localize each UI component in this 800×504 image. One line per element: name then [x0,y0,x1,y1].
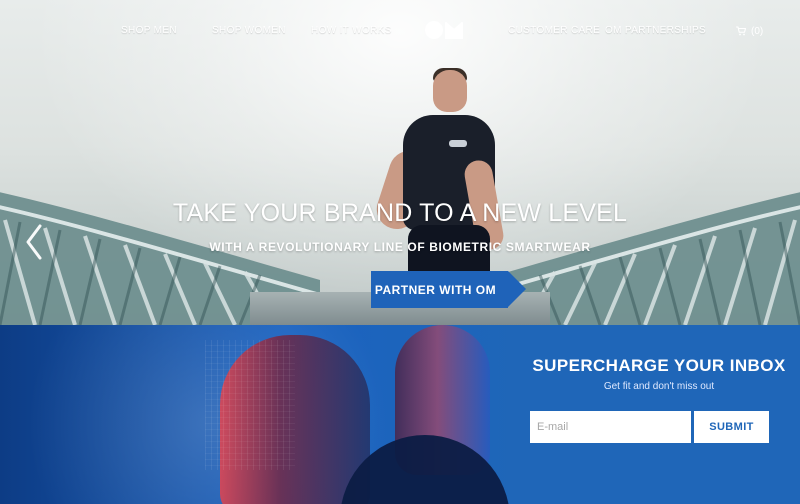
newsletter-title: SUPERCHARGE YOUR INBOX [532,356,786,375]
glitch-overlay [205,340,295,470]
nav-om-partnerships[interactable]: OM PARTNERSHIPS [605,25,706,36]
email-input[interactable] [530,411,691,443]
submit-button[interactable]: SUBMIT [694,411,769,443]
om-logo-mark [425,21,463,39]
newsletter-section: SUPERCHARGE YOUR INBOX Get fit and don't… [0,325,800,504]
runner-head [433,70,467,112]
newsletter-subtitle: Get fit and don't miss out [603,381,715,392]
nav-customer-care[interactable]: CUSTOMER CARE [508,25,600,36]
models-image [150,325,510,504]
partner-button-label: PARTNER WITH OM [374,282,497,297]
top-navigation: SHOP MEN SHOP WOMEN HOW IT WORKS CUSTOME… [0,0,800,64]
nav-shop-men[interactable]: SHOP MEN [121,25,177,36]
cart-button[interactable]: (0) [735,25,763,37]
nav-shop-women[interactable]: SHOP WOMEN [212,25,286,36]
newsletter-signup: SUPERCHARGE YOUR INBOX Get fit and don't… [520,325,800,504]
nav-how-it-works[interactable]: HOW IT WORKS [311,25,392,36]
hero-section: TAKE YOUR BRAND TO A NEW LEVEL WITH A RE… [0,0,800,325]
cart-icon [735,26,747,36]
hero-subheadline: WITH A REVOLUTIONARY LINE OF BIOMETRIC S… [209,240,591,254]
cart-count: (0) [751,25,764,37]
om-logo[interactable] [424,20,466,40]
hero-headline: TAKE YOUR BRAND TO A NEW LEVEL [172,199,628,227]
partner-with-om-button[interactable]: PARTNER WITH OM [371,271,526,308]
runner-shirt-logo [449,140,467,147]
